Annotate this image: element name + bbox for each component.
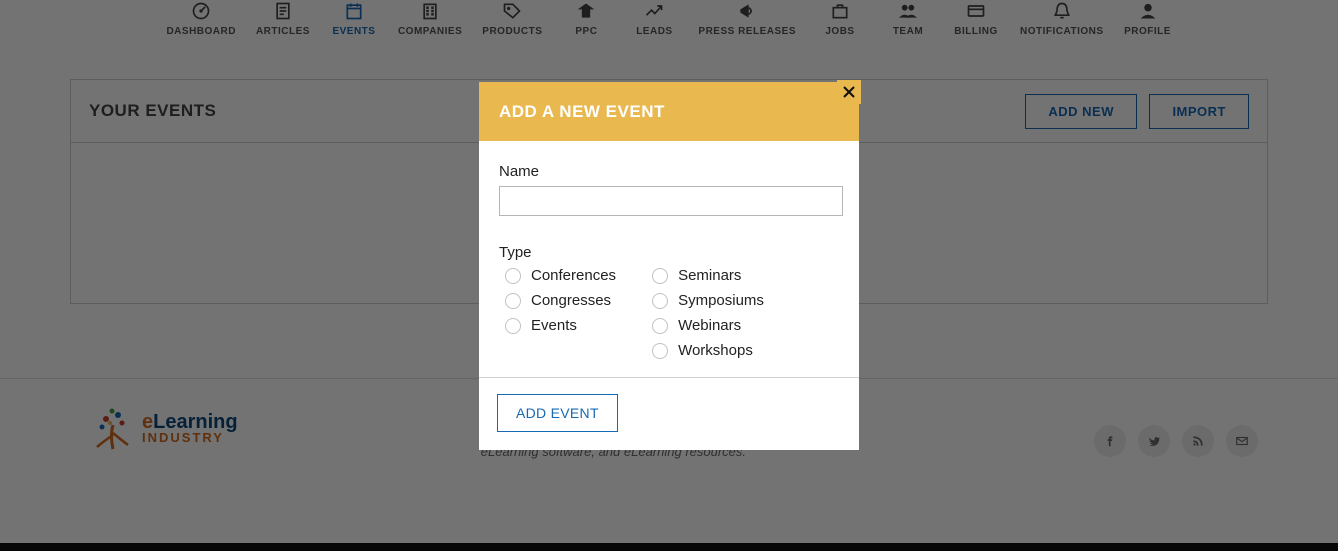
type-options: Conferences Congresses Events Seminars Symp… xyxy=(499,267,839,359)
radio-icon xyxy=(652,293,668,309)
name-field-label: Name xyxy=(499,163,839,180)
radio-label: Workshops xyxy=(678,342,753,359)
add-event-submit-button[interactable]: ADD EVENT xyxy=(497,394,618,432)
radio-icon xyxy=(505,268,521,284)
event-type-radio[interactable]: Webinars xyxy=(652,317,764,334)
radio-label: Webinars xyxy=(678,317,741,334)
radio-label: Seminars xyxy=(678,267,741,284)
radio-icon xyxy=(505,293,521,309)
event-type-radio[interactable]: Congresses xyxy=(505,292,616,309)
radio-label: Congresses xyxy=(531,292,611,309)
modal-close-button[interactable] xyxy=(837,80,861,104)
event-type-radio[interactable]: Symposiums xyxy=(652,292,764,309)
modal-body: Name Type Conferences Congresses Events Se… xyxy=(479,141,859,377)
radio-icon xyxy=(505,318,521,334)
event-name-input[interactable] xyxy=(499,186,843,216)
modal-footer: ADD EVENT xyxy=(479,378,859,450)
radio-label: Events xyxy=(531,317,577,334)
event-type-radio[interactable]: Workshops xyxy=(652,342,764,359)
add-event-modal: ADD A NEW EVENT Name Type ConferencesCon… xyxy=(479,82,859,450)
radio-icon xyxy=(652,343,668,359)
type-field-label: Type xyxy=(499,244,839,261)
radio-icon xyxy=(652,318,668,334)
modal-title: ADD A NEW EVENT xyxy=(479,82,859,141)
radio-icon xyxy=(652,268,668,284)
event-type-radio[interactable]: Conferences xyxy=(505,267,616,284)
event-type-radio[interactable]: Events xyxy=(505,317,616,334)
event-type-radio[interactable]: Seminars xyxy=(652,267,764,284)
radio-label: Symposiums xyxy=(678,292,764,309)
radio-label: Conferences xyxy=(531,267,616,284)
